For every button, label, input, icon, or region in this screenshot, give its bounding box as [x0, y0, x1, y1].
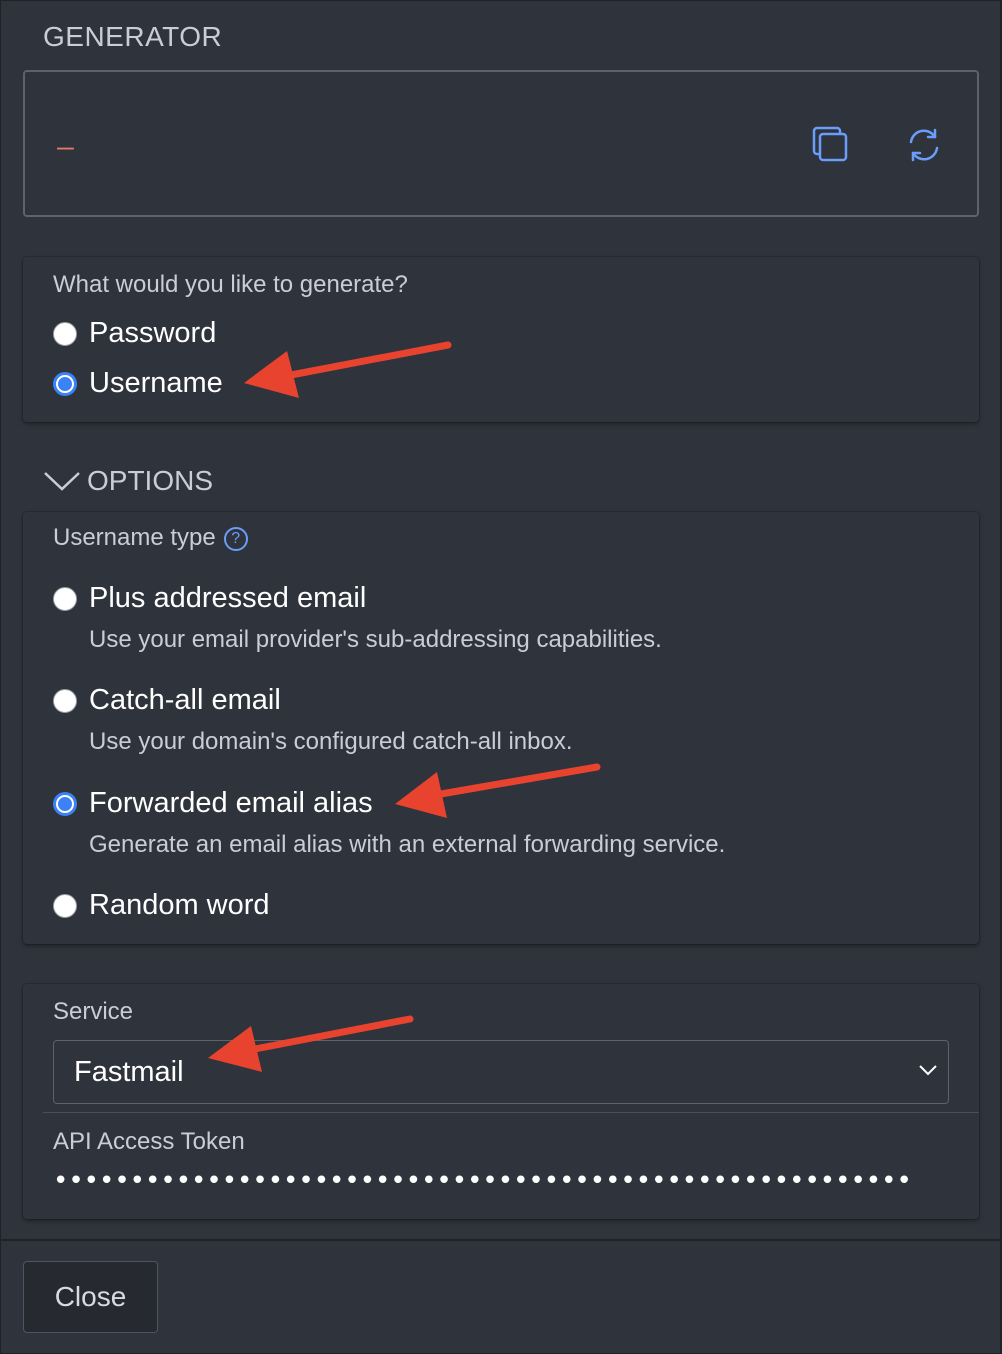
chevron-down-icon: [44, 472, 80, 491]
radio-label: Forwarded email alias: [89, 787, 373, 819]
service-select[interactable]: Fastmail: [53, 1040, 949, 1104]
help-icon[interactable]: ?: [223, 526, 248, 551]
footer-divider: [1, 1239, 1002, 1241]
options-header-label: OPTIONS: [87, 465, 214, 496]
service-card: Service Fastmail API Access Token ••••••…: [23, 984, 979, 1219]
service-label: Service: [53, 998, 134, 1025]
radio-random-word[interactable]: Random word: [53, 889, 270, 922]
options-toggle[interactable]: OPTIONS: [43, 465, 213, 497]
radio-button-checked[interactable]: [53, 791, 77, 816]
generated-value: –: [57, 130, 74, 163]
username-type-text: Username type: [53, 524, 216, 551]
regenerate-button[interactable]: [901, 122, 947, 168]
radio-forwarded-alias[interactable]: Forwarded email alias: [53, 787, 373, 820]
radio-catch-all[interactable]: Catch-all email: [53, 684, 281, 717]
page-title: GENERATOR: [43, 21, 223, 52]
generate-type-question: What would you like to generate?: [53, 271, 408, 298]
radio-plus-addressed[interactable]: Plus addressed email: [53, 582, 366, 615]
copy-icon: [812, 126, 848, 162]
radio-button-checked[interactable]: [53, 371, 77, 396]
radio-label-password: Password: [89, 317, 217, 349]
radio-username[interactable]: Username: [53, 367, 223, 400]
radio-hint: Use your email provider's sub-addressing…: [89, 626, 662, 653]
radio-label: Catch-all email: [89, 684, 281, 716]
radio-label: Random word: [89, 889, 270, 921]
radio-hint: Generate an email alias with an external…: [89, 831, 726, 858]
radio-button[interactable]: [53, 586, 77, 611]
chevron-down-icon: [919, 1065, 937, 1076]
radio-button[interactable]: [53, 688, 77, 713]
copy-button[interactable]: [807, 122, 853, 168]
username-options-card: Username type? Plus addressed email Use …: [23, 512, 979, 944]
radio-hint: Use your domain's configured catch-all i…: [89, 728, 573, 755]
api-token-label: API Access Token: [53, 1128, 245, 1155]
username-type-label: Username type?: [53, 524, 248, 552]
service-select-value: Fastmail: [74, 1055, 184, 1088]
radio-label: Plus addressed email: [89, 582, 367, 614]
radio-button[interactable]: [53, 321, 77, 346]
radio-label-username: Username: [89, 367, 223, 399]
divider: [43, 1112, 979, 1113]
generate-type-card: What would you like to generate? Passwor…: [23, 257, 979, 422]
refresh-icon: [909, 128, 939, 162]
radio-password[interactable]: Password: [53, 317, 216, 350]
close-button[interactable]: Close: [23, 1261, 158, 1333]
generated-value-box: –: [23, 70, 979, 217]
generator-dialog: GENERATOR – What would you like to gener…: [0, 0, 1002, 1354]
api-token-field[interactable]: ••••••••••••••••••••••••••••••••••••••••…: [53, 1174, 913, 1188]
radio-button[interactable]: [53, 893, 77, 918]
